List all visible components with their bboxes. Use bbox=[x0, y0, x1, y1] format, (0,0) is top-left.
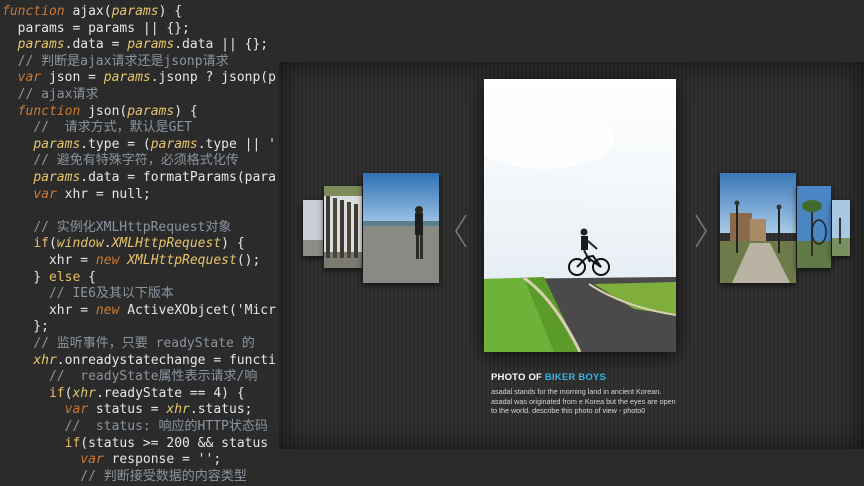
code-line: // status: 响应的HTTP状态码 bbox=[64, 419, 268, 434]
code-line: params.type = (params.type || ' bbox=[33, 136, 276, 152]
photo-thumb-image bbox=[720, 173, 796, 283]
code-line: xhr = new ActiveXObjcet('Micr bbox=[2, 302, 276, 318]
biker-photo bbox=[484, 79, 676, 352]
code-line: var json = params.jsonp ? jsonp(p bbox=[17, 70, 276, 86]
code-line: xhr.onreadystatechange = functi bbox=[33, 352, 276, 368]
caption-title-prefix: PHOTO OF bbox=[491, 372, 545, 383]
code-line: // IE6及其以下版本 bbox=[48, 286, 174, 302]
code-line: params = params || {}; bbox=[2, 20, 190, 36]
code-line: // 判断接受数据的内容类型 bbox=[80, 468, 247, 484]
code-line: }; bbox=[2, 319, 49, 335]
code-line: if(status >= 200 && status bbox=[64, 435, 269, 451]
code-line: } else { bbox=[2, 269, 96, 285]
code-line: if(xhr.readyState == 4) { bbox=[48, 385, 245, 401]
code-line: params.data = params.data || {}; bbox=[17, 37, 269, 53]
photo-thumb-image bbox=[832, 200, 850, 256]
gallery-thumb-right-2[interactable] bbox=[797, 186, 831, 268]
gallery-thumb-left-1[interactable] bbox=[363, 173, 439, 283]
code-line: var status = xhr.status; bbox=[64, 402, 253, 418]
code-line: function ajax(params) { bbox=[2, 4, 183, 19]
gallery-thumb-far-left[interactable] bbox=[303, 200, 323, 256]
code-line: // 判断是ajax请求还是jsonp请求 bbox=[17, 53, 229, 69]
code-line: // 实例化XMLHttpRequest对象 bbox=[33, 219, 232, 235]
prev-arrow-button[interactable] bbox=[454, 214, 468, 248]
photo-caption: PHOTO OF BIKER BOYS asadal stands for th… bbox=[491, 372, 691, 416]
photo-gallery-overlay: PHOTO OF BIKER BOYS asadal stands for th… bbox=[279, 62, 864, 449]
gallery-thumb-right-1[interactable] bbox=[720, 173, 796, 283]
code-line: var response = ''; bbox=[80, 452, 222, 468]
photo-thumb-image bbox=[363, 173, 439, 283]
code-line: // ajax请求 bbox=[17, 87, 99, 102]
code-line: // readyState属性表示请求/响 bbox=[48, 369, 258, 385]
photo-thumb-image bbox=[303, 200, 323, 256]
chevron-right-icon bbox=[695, 214, 707, 248]
photo-thumb-image bbox=[797, 186, 831, 268]
caption-title-accent: BIKER BOYS bbox=[544, 372, 607, 383]
code-line: var xhr = null; bbox=[33, 186, 151, 202]
gallery-thumb-far-right[interactable] bbox=[832, 200, 850, 256]
code-line: if(window.XMLHttpRequest) { bbox=[33, 236, 245, 252]
gallery-thumb-left-2[interactable] bbox=[324, 186, 362, 268]
gallery-main-photo[interactable] bbox=[484, 79, 676, 352]
caption-description: asadal stands for the morning land in an… bbox=[491, 387, 676, 415]
caption-title: PHOTO OF BIKER BOYS bbox=[491, 372, 691, 383]
code-line: function json(params) { bbox=[17, 103, 198, 119]
code-line: params.data = formatParams(para bbox=[33, 170, 276, 185]
code-line: // 监听事件，只要 readyState 的 bbox=[33, 336, 255, 351]
photo-thumb-image bbox=[324, 186, 362, 268]
code-line: xhr = new XMLHttpRequest(); bbox=[2, 253, 261, 268]
next-arrow-button[interactable] bbox=[694, 214, 708, 248]
code-line: // 避免有特殊字符，必须格式化传 bbox=[33, 153, 239, 169]
chevron-left-icon bbox=[455, 214, 467, 248]
code-line: // 请求方式，默认是GET bbox=[33, 120, 193, 136]
